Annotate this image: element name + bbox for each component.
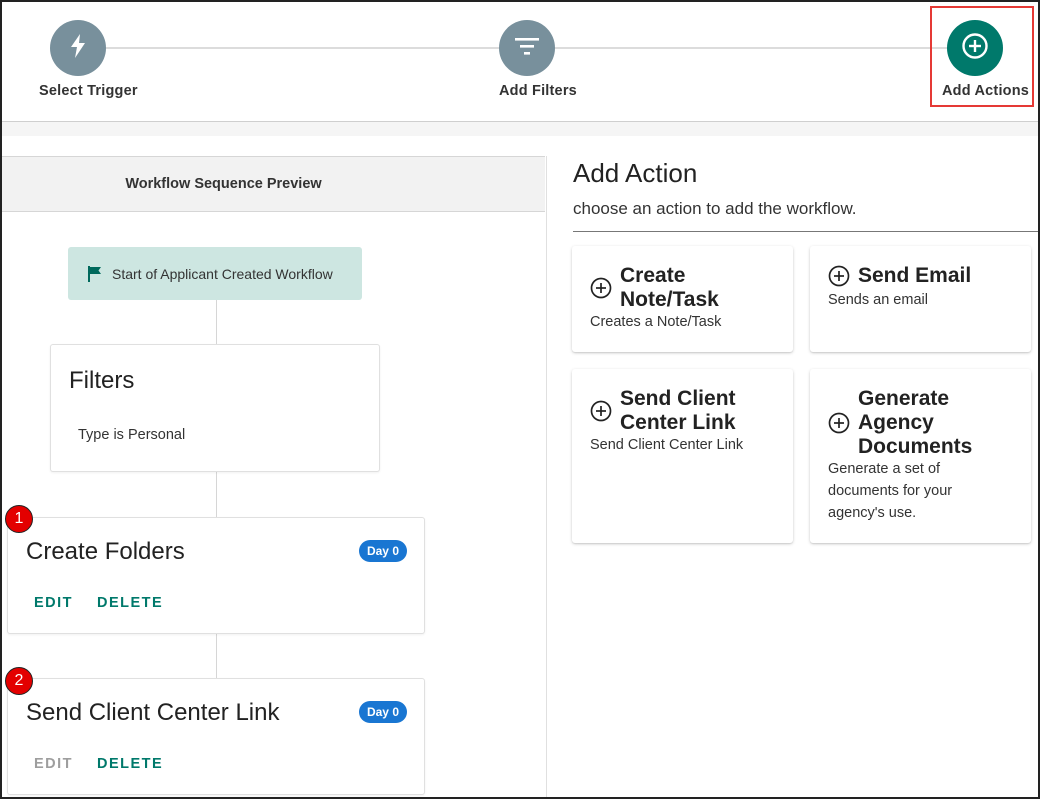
workflow-stepper: Select Trigger Add Filters Add Actions: [2, 2, 1038, 122]
step-select-trigger[interactable]: [50, 20, 106, 76]
action-card: Send Client Center Link Day 0 EDIT DELET…: [7, 678, 425, 795]
workflow-start-node: Start of Applicant Created Workflow: [68, 247, 362, 300]
add-action-subtitle: choose an action to add the workflow.: [573, 199, 857, 218]
day-badge: Day 0: [358, 540, 407, 562]
option-title: Send Client Center Link: [620, 387, 736, 435]
plus-circle-icon: [590, 400, 612, 422]
edit-button[interactable]: EDIT: [34, 756, 73, 772]
option-title-line: Send Client: [620, 387, 736, 410]
delete-button[interactable]: DELETE: [97, 595, 163, 611]
option-description-line: Generate a set of: [828, 461, 941, 477]
step-add-filters[interactable]: [499, 20, 555, 76]
option-title: Generate Agency Documents: [858, 387, 972, 459]
option-header: Create Note/Task: [590, 264, 719, 312]
option-title: Create Note/Task: [620, 264, 719, 312]
filters-text: Type is Personal: [78, 427, 186, 443]
day-badge: Day 0: [358, 701, 407, 723]
option-description: Creates a Note/Task: [590, 314, 722, 330]
option-title-line: Center Link: [620, 411, 736, 434]
option-header: Generate Agency Documents: [828, 387, 972, 459]
plus-circle-icon: [590, 277, 612, 299]
option-title-line: Generate: [858, 387, 950, 410]
option-description-line: documents for your: [828, 483, 953, 499]
option-header: Send Client Center Link: [590, 387, 736, 435]
stepper-line: [527, 47, 975, 49]
option-title-line: Documents: [858, 435, 973, 458]
action-card: Create Folders Day 0 EDIT DELETE: [7, 517, 425, 634]
option-description: Send Client Center Link: [590, 437, 744, 453]
delete-button[interactable]: DELETE: [97, 756, 163, 772]
highlight-box: [930, 6, 1034, 107]
option-header: Send Email: [828, 264, 971, 288]
app-frame: Select Trigger Add Filters Add Actions W…: [0, 0, 1040, 799]
preview-header: Workflow Sequence Preview: [2, 156, 545, 212]
option-description: Generate a set of documents for your age…: [828, 458, 952, 524]
action-title: Send Client Center Link: [26, 699, 280, 726]
option-description-line: agency's use.: [828, 505, 917, 521]
separator-band: [2, 122, 1038, 136]
option-title-line: Note/Task: [620, 288, 719, 311]
option-create-note-task[interactable]: Create Note/Task Creates a Note/Task: [572, 246, 793, 352]
plus-circle-icon: [828, 412, 850, 434]
connector-line: [216, 634, 217, 678]
step-number-badge: 2: [5, 667, 33, 695]
step-label-select-trigger[interactable]: Select Trigger: [39, 83, 138, 99]
option-description: Sends an email: [828, 292, 928, 308]
filters-title: Filters: [69, 367, 135, 394]
option-send-client-center-link[interactable]: Send Client Center Link Send Client Cent…: [572, 369, 793, 543]
bolt-icon: [67, 33, 89, 64]
step-number-badge: 1: [5, 505, 33, 533]
flag-icon: [86, 265, 104, 283]
filters-card: Filters Type is Personal: [50, 344, 380, 472]
option-title-line: Create: [620, 264, 686, 287]
option-title-line: Send Email: [858, 264, 972, 287]
workflow-preview-panel: Workflow Sequence Preview Start of Appli…: [2, 156, 547, 797]
option-generate-agency-documents[interactable]: Generate Agency Documents Generate a set…: [810, 369, 1031, 543]
action-title: Create Folders: [26, 538, 185, 565]
filter-icon: [515, 37, 539, 60]
step-label-add-filters[interactable]: Add Filters: [499, 83, 577, 99]
stepper-line: [78, 47, 524, 49]
option-title-line: Agency: [858, 411, 934, 434]
option-title: Send Email: [858, 264, 971, 288]
edit-button[interactable]: EDIT: [34, 595, 73, 611]
connector-line: [216, 472, 217, 517]
plus-circle-icon: [828, 265, 850, 287]
divider: [573, 231, 1038, 232]
start-label: Start of Applicant Created Workflow: [112, 265, 333, 282]
option-send-email[interactable]: Send Email Sends an email: [810, 246, 1031, 352]
connector-line: [216, 300, 217, 344]
add-action-title: Add Action: [573, 158, 698, 188]
